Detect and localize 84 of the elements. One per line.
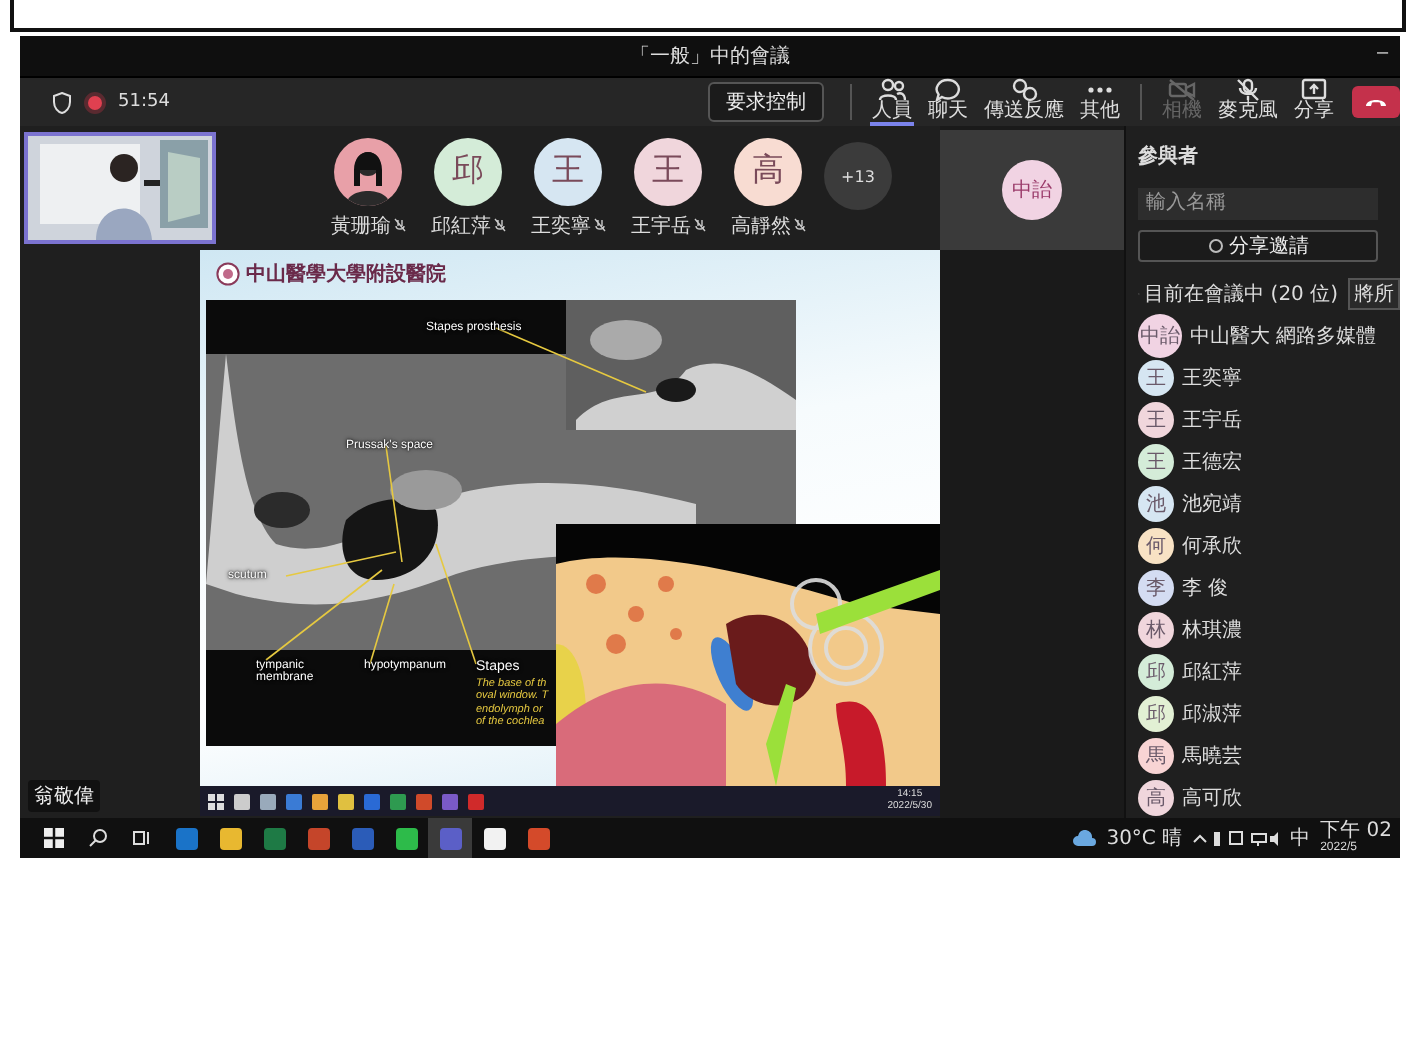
weather-text: 30°C 晴 xyxy=(1106,825,1183,852)
tray-icons[interactable] xyxy=(1192,829,1281,847)
input-method[interactable]: 中 xyxy=(1290,824,1311,852)
request-control-button[interactable]: 要求控制 xyxy=(708,82,824,122)
avatar: 池 xyxy=(1138,486,1174,523)
phone-icon xyxy=(1364,96,1388,108)
avatar: 中詒 xyxy=(1138,314,1182,359)
avatar: 王 xyxy=(634,137,702,205)
participant-name[interactable]: 中山醫大 網路多媒體 xyxy=(1190,322,1377,351)
avatar: 王 xyxy=(1138,402,1174,439)
participant-name[interactable]: 王宇岳 xyxy=(1182,406,1242,435)
participant-name[interactable]: 池宛靖 xyxy=(1182,490,1242,519)
logo-text: 中山醫學大學附設醫院 xyxy=(246,261,446,288)
windows-icon xyxy=(44,828,64,848)
meeting-timer: 51:54 xyxy=(118,92,170,112)
spreadsheet-icon xyxy=(263,827,285,849)
mail-icon xyxy=(175,827,197,849)
folder-icon xyxy=(219,827,241,849)
participant-name[interactable]: 高可欣 xyxy=(1182,783,1242,812)
avatar: 邱 xyxy=(1138,695,1174,732)
link-icon xyxy=(1207,237,1223,254)
windows-icon[interactable] xyxy=(208,793,224,809)
avatar: 高 xyxy=(1138,779,1174,816)
avatar: 邱 xyxy=(1138,653,1174,690)
meeting-app-icon xyxy=(439,827,461,849)
avatar: 李 xyxy=(1138,570,1174,606)
mic-off-icon xyxy=(393,218,405,232)
avatar: 高 xyxy=(734,137,802,205)
avatar: 林 xyxy=(1138,611,1174,648)
mic-off-icon xyxy=(593,218,605,232)
presentation-icon xyxy=(307,827,329,849)
participant-name[interactable]: 王德宏 xyxy=(1182,448,1242,477)
chat-app-icon xyxy=(395,827,417,849)
avatar: 王 xyxy=(534,137,602,205)
avatar: 馬 xyxy=(1138,737,1174,774)
leave-button[interactable] xyxy=(1352,86,1400,118)
mic-off-icon xyxy=(793,218,805,232)
participant-name: 邱紅萍 xyxy=(431,211,505,239)
avatar: 中詒 xyxy=(1002,160,1062,220)
participant-name[interactable]: 李 俊 xyxy=(1182,574,1229,602)
search-icon xyxy=(88,828,108,848)
share-invite-button[interactable]: 分享邀請 xyxy=(1138,229,1378,262)
chat-icon xyxy=(934,78,962,102)
chat-button[interactable]: 聊天 xyxy=(926,78,970,126)
panel-title: 參與者 xyxy=(1138,143,1200,170)
minimize-button[interactable]: – xyxy=(1376,42,1388,64)
avatar: 邱 xyxy=(434,137,502,205)
more-button[interactable]: 其他 xyxy=(1078,78,1122,126)
presenter-name: 翁敬偉 xyxy=(28,780,100,812)
mic-button[interactable]: 麥克風 xyxy=(1216,78,1280,126)
logo-icon xyxy=(216,262,240,286)
mic-off-icon xyxy=(693,218,705,232)
hand-icon xyxy=(1010,78,1038,102)
window-title: 「一般」中的會議 xyxy=(630,43,790,70)
participant-name[interactable]: 王奕寧 xyxy=(1182,364,1242,393)
avatar: 何 xyxy=(1138,528,1174,565)
people-icon xyxy=(878,78,906,102)
react-button[interactable]: 傳送反應 xyxy=(982,78,1066,126)
section-header[interactable]: 目前在會議中 (20 位) xyxy=(1144,279,1338,308)
document-icon xyxy=(351,827,373,849)
task-view-icon xyxy=(132,828,152,848)
participant-name: 高靜然 xyxy=(731,211,805,239)
search-field[interactable]: 輸入名稱 xyxy=(1138,188,1378,220)
participant-name[interactable]: 馬曉芸 xyxy=(1182,741,1242,770)
browser-icon xyxy=(527,827,549,849)
participant-name: 王奕寧 xyxy=(531,211,605,239)
avatar: 王 xyxy=(1138,444,1174,481)
cloud-icon xyxy=(1072,829,1097,847)
participant-name[interactable]: 邱淑萍 xyxy=(1182,699,1242,728)
camera-off-icon xyxy=(1168,78,1196,102)
share-button[interactable]: 分享 xyxy=(1292,78,1336,126)
participant-name[interactable]: 林琪濃 xyxy=(1182,615,1242,644)
participant-name[interactable]: 邱紅萍 xyxy=(1182,657,1242,686)
participant-name[interactable]: 何承欣 xyxy=(1182,532,1242,561)
participant-name: 黃珊瑜 xyxy=(331,211,405,239)
more-participants-count[interactable]: +13 xyxy=(824,142,892,210)
avatar: 王 xyxy=(1138,360,1174,397)
app-icon xyxy=(483,827,505,849)
shield-icon xyxy=(52,91,72,113)
share-icon xyxy=(1300,78,1328,102)
mic-off-icon xyxy=(1234,78,1262,102)
participant-name: 王宇岳 xyxy=(631,211,705,239)
mic-off-icon xyxy=(493,218,505,232)
mute-all-button[interactable]: 將所 xyxy=(1348,277,1400,310)
